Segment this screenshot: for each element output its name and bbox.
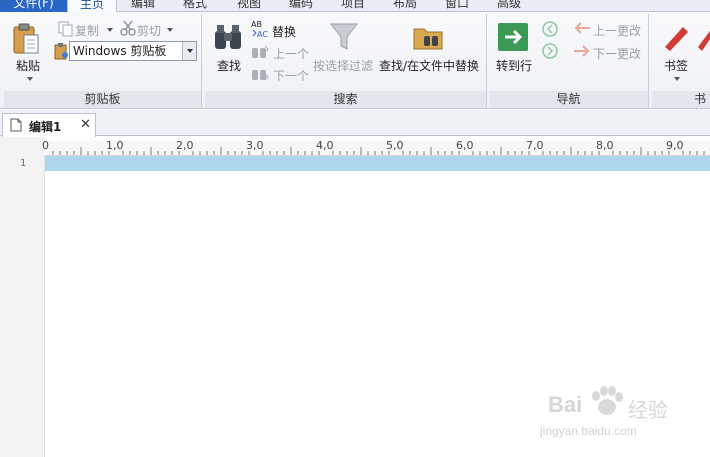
paw-icon [590,386,624,421]
clipboard-group-title: 剪贴板 [4,91,201,108]
ruler-label: 4,0 [316,139,334,152]
goto-line-button[interactable]: 转到行 [496,57,532,74]
line-number-gutter: 1 [0,156,45,457]
next-change-icon [573,44,591,61]
replace-icon: AB AC [251,19,271,42]
paste-button[interactable]: 粘贴 [16,57,40,74]
paste-dropdown-icon[interactable] [27,77,33,81]
bookmark-next-icon[interactable] [696,23,710,54]
tab-view[interactable]: 视图 [237,0,261,12]
ruler-label: 0 [42,139,49,152]
clipboard-select-icon [54,42,70,63]
current-line-highlight [45,156,710,171]
column-ruler: 0 1,0 2,0 3,0 4,0 5,0 6,0 7,0 8,0 9,0 [42,139,710,156]
document-tab-bar: 编辑1 ✕ [0,110,710,137]
svg-text:AC: AC [257,30,268,39]
prev-change-icon [573,21,591,38]
ruler-label: 3,0 [246,139,264,152]
watermark: Bai 经验 jingyan.baidu.com [540,380,710,457]
ruler-label: 1,0 [106,139,124,152]
copy-button[interactable]: 复制 [75,22,99,39]
svg-text:AB: AB [251,20,262,29]
ruler-label: 6,0 [456,139,474,152]
bookmark-dropdown-icon[interactable] [674,77,680,81]
menu-bar: 文件(F) 主页 编辑 格式 视图 编码 项目 布局 窗口 高级 [0,0,710,13]
tab-encoding[interactable]: 编码 [289,0,313,12]
bookmarks-group: 书签 书签 [652,14,710,123]
find-in-files-button[interactable]: 查找/在文件中替换 [379,57,479,74]
navigation-group: 转到行 上一更改 下一更改 导航 [489,14,649,108]
tab-edit[interactable]: 编辑 [131,0,155,12]
gutter-corner [0,137,45,156]
navigation-group-title: 导航 [489,91,648,108]
nav-forward-icon[interactable] [542,43,558,62]
filter-icon [329,22,359,55]
next-change-button[interactable]: 下一更改 [593,45,641,62]
tab-project[interactable]: 项目 [341,0,365,12]
tab-advanced[interactable]: 高级 [497,0,521,12]
find-prev-icon [251,44,269,63]
find-next-icon [251,66,269,85]
prev-change-button[interactable]: 上一更改 [593,22,641,39]
document-icon [10,118,22,135]
filter-button[interactable]: 按选择过滤 [313,57,373,74]
close-icon[interactable]: ✕ [80,117,91,132]
line-number: 1 [20,158,27,169]
nav-back-icon[interactable] [542,21,558,40]
watermark-brand: 经验 [628,398,668,422]
watermark-url: jingyan.baidu.com [540,424,637,438]
ruler-label: 8,0 [596,139,614,152]
watermark-logo: Bai [548,392,583,417]
chevron-down-icon[interactable] [182,42,196,60]
search-group-title: 搜索 [205,91,486,108]
clipboard-group: 粘贴 复制 剪切 Windows 剪贴板 剪贴板 [4,14,202,108]
ruler-label: 9,0 [666,139,684,152]
ruler-label: 5,0 [386,139,404,152]
copy-dropdown-icon[interactable] [107,28,113,32]
goto-line-icon[interactable] [498,23,528,54]
document-tab[interactable]: 编辑1 ✕ [2,113,96,137]
ruler-label: 7,0 [526,139,544,152]
tab-format[interactable]: 格式 [183,0,207,12]
clipboard-select-value: Windows 剪贴板 [73,44,167,58]
tab-layout[interactable]: 布局 [393,0,417,12]
tab-file[interactable]: 文件(F) [0,0,67,12]
bookmark-icon[interactable] [661,23,691,54]
document-tab-title: 编辑1 [29,120,62,134]
scissors-icon [120,20,136,39]
search-group: 查找 AB AC 替换 上一个 下一个 按选择过滤 查找/在文件中替换 搜索 [205,14,487,108]
clipboard-select[interactable]: Windows 剪贴板 [69,41,197,61]
find-prev-button[interactable]: 上一个 [273,45,309,62]
binoculars-icon [213,23,243,54]
cut-dropdown-icon[interactable] [167,28,173,32]
copy-icon [58,21,74,40]
ribbon: 粘贴 复制 剪切 Windows 剪贴板 剪贴板 查找 AB AC 替换 上一个… [0,12,710,123]
tab-window[interactable]: 窗口 [445,0,469,12]
replace-button[interactable]: 替换 [272,23,296,40]
bookmark-button[interactable]: 书签 [664,57,688,74]
find-button[interactable]: 查找 [217,57,241,74]
bookmarks-group-title: 书签 [652,91,710,123]
cut-button[interactable]: 剪切 [137,22,161,39]
find-in-files-icon [412,21,444,56]
paste-icon[interactable] [12,22,40,59]
find-next-button[interactable]: 下一个 [273,67,309,84]
ruler-label: 2,0 [176,139,194,152]
